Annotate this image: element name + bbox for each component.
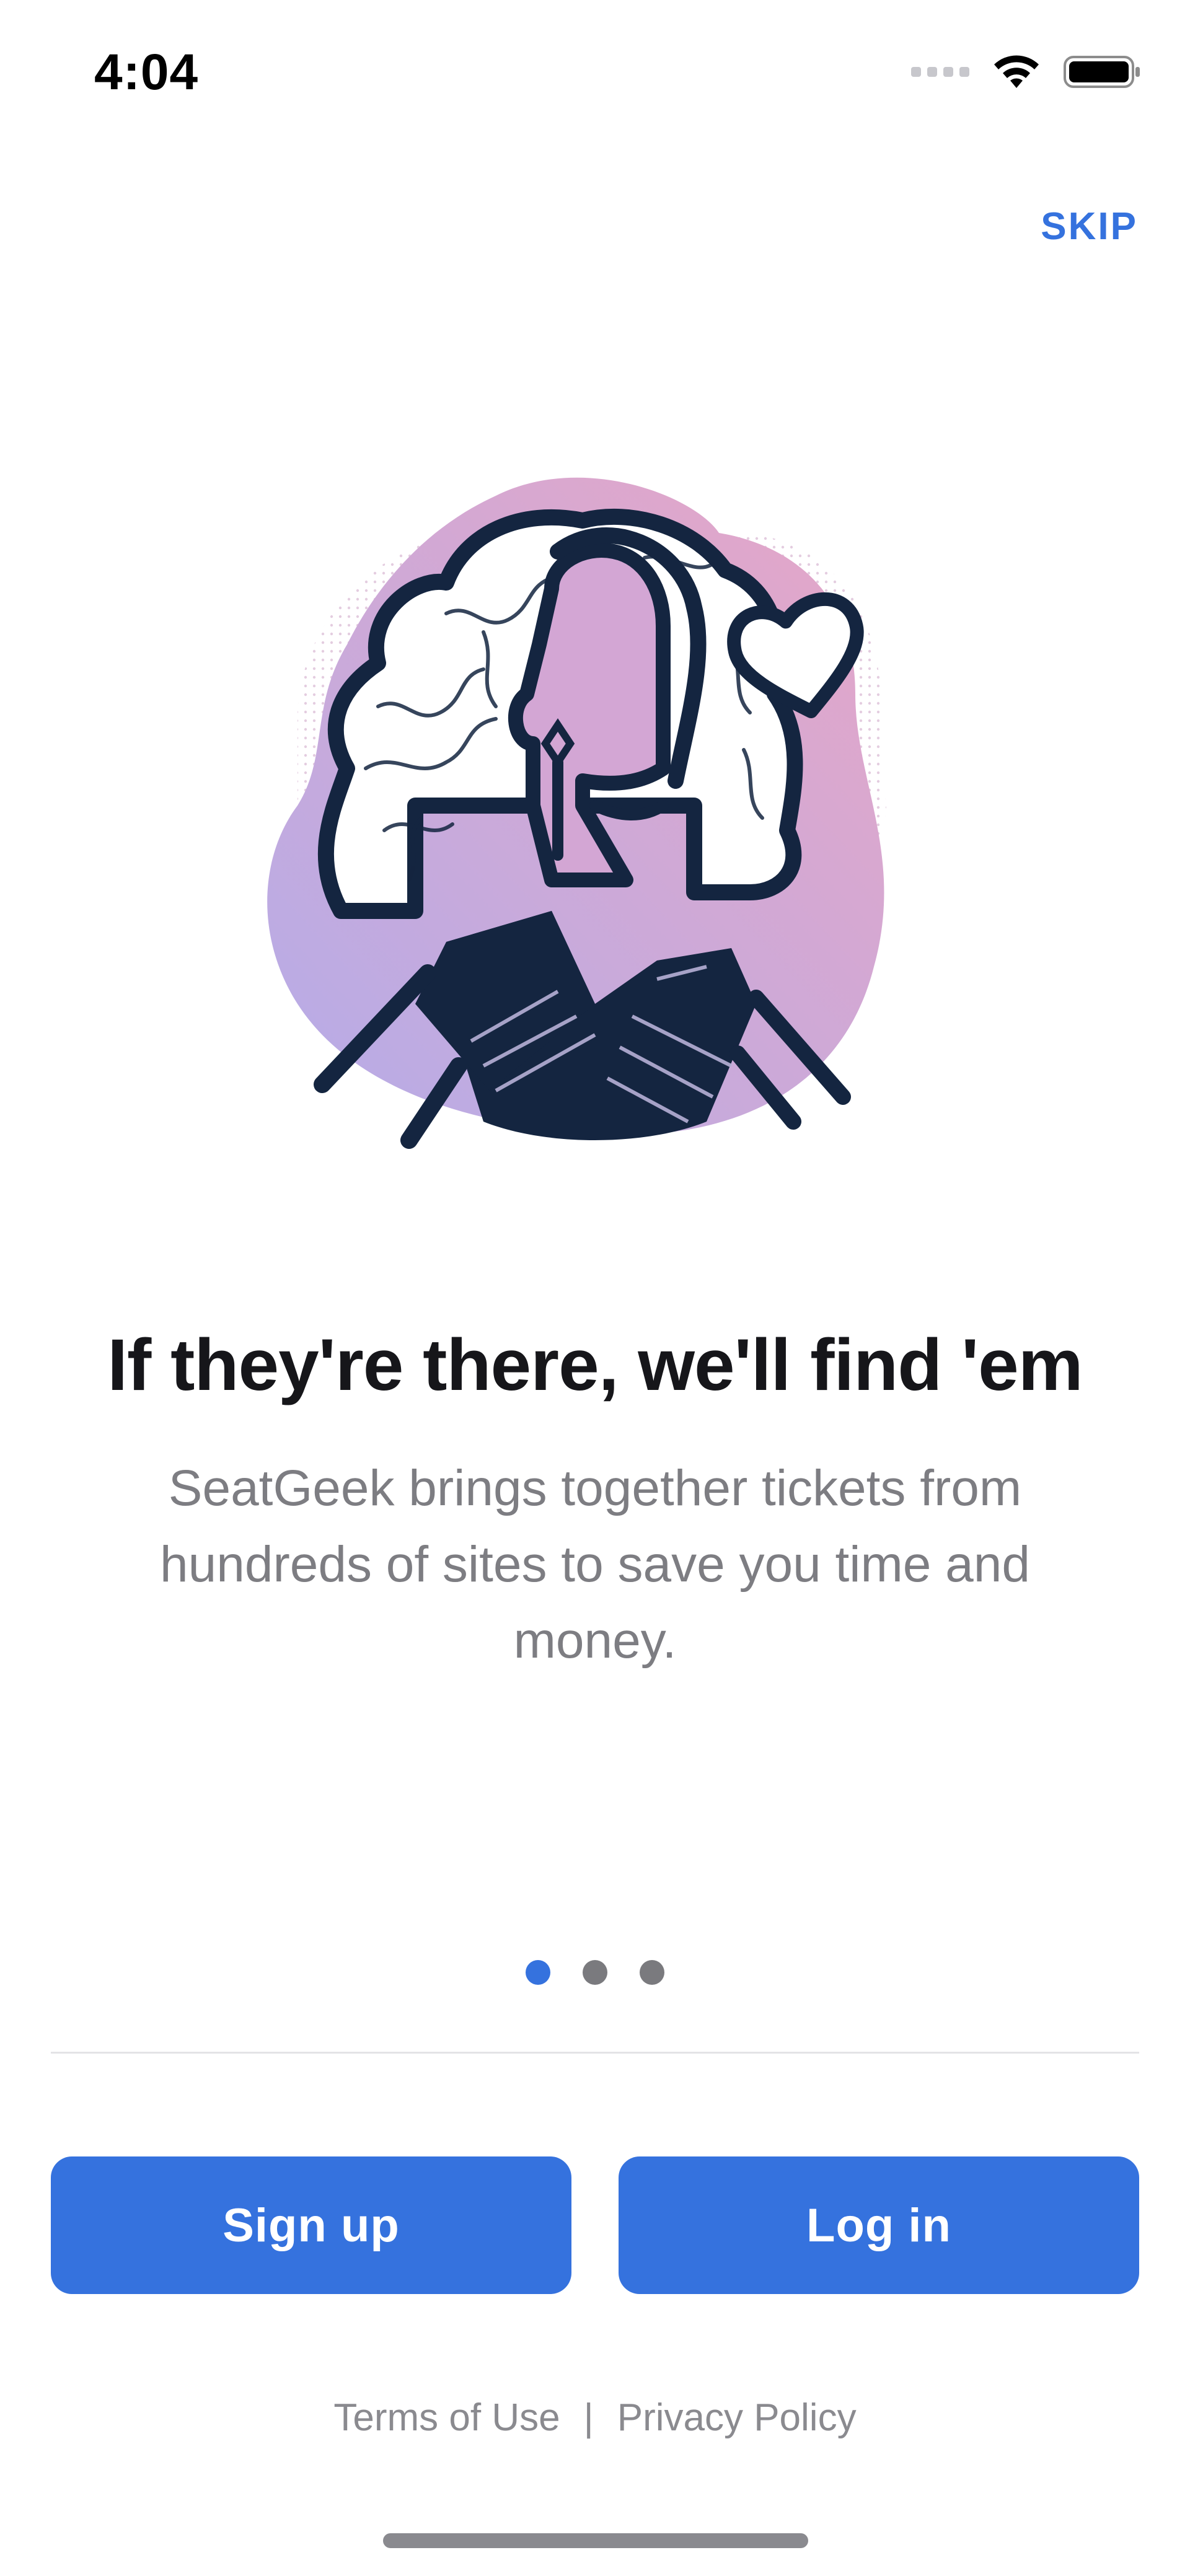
terms-of-use-link[interactable]: Terms of Use <box>333 2396 560 2440</box>
page-dot-2[interactable] <box>583 1960 607 1985</box>
status-time: 4:04 <box>94 44 199 100</box>
skip-button[interactable]: SKIP <box>1041 204 1138 248</box>
page-indicator[interactable] <box>0 1960 1190 1985</box>
signal-icon <box>911 67 969 77</box>
onboarding-title: If they're there, we'll find 'em <box>107 1324 1083 1406</box>
home-indicator[interactable] <box>383 2533 808 2548</box>
onboarding-description: SeatGeek brings together tickets from hu… <box>160 1460 1030 1669</box>
privacy-policy-link[interactable]: Privacy Policy <box>617 2396 857 2440</box>
woman-illustration <box>267 477 886 1149</box>
sign-up-button[interactable]: Sign up <box>51 2156 571 2294</box>
wifi-icon <box>994 55 1039 88</box>
status-icons <box>911 53 1142 90</box>
battery-icon <box>1064 56 1140 88</box>
footer-links: Terms of Use | Privacy Policy <box>0 2396 1190 2440</box>
divider <box>51 2052 1139 2054</box>
log-in-button[interactable]: Log in <box>619 2156 1139 2294</box>
page-dot-3[interactable] <box>640 1960 664 1985</box>
status-bar: 4:04 <box>0 0 1190 149</box>
page-dot-1[interactable] <box>526 1960 550 1985</box>
footer-separator: | <box>583 2396 594 2439</box>
